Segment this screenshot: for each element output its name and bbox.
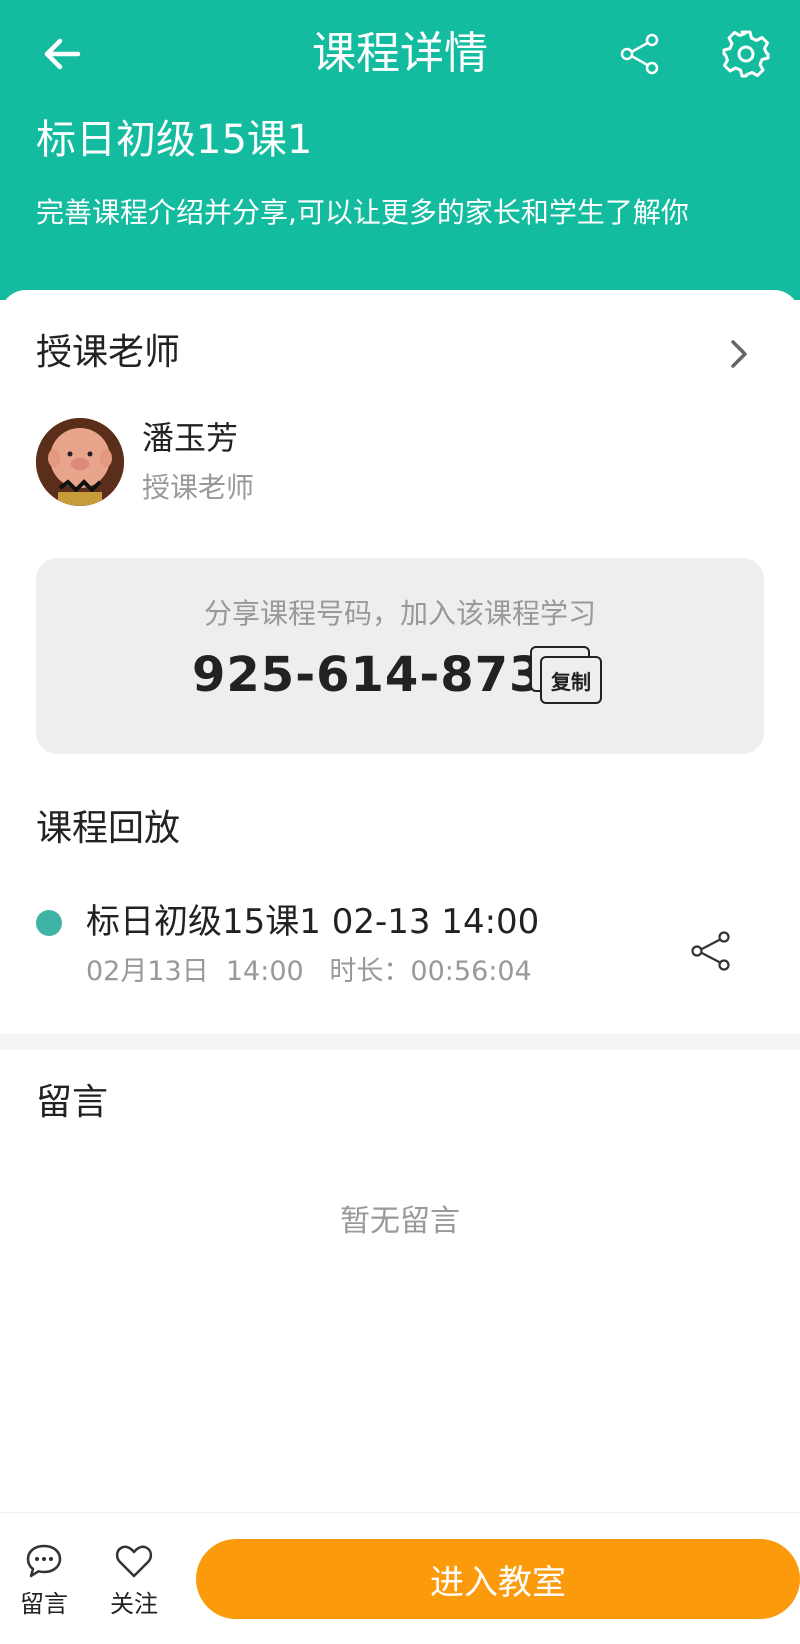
share-icon xyxy=(691,931,730,971)
avatar[interactable] xyxy=(36,418,124,506)
chat-bubble-icon xyxy=(26,1544,62,1578)
replay-title: 标日初级15课1 02-13 14:00 xyxy=(86,902,540,942)
enter-classroom-button[interactable]: 进入教室 xyxy=(196,1539,800,1619)
comment-tab-label: 留言 xyxy=(20,1590,68,1618)
heart-icon xyxy=(115,1545,153,1578)
course-name: 标日初级15课1 xyxy=(36,117,313,163)
share-button[interactable] xyxy=(612,26,668,82)
course-code-number: 925-614-873 xyxy=(192,647,544,703)
follow-tab-label: 关注 xyxy=(110,1590,158,1618)
settings-button[interactable] xyxy=(716,24,776,84)
course-code-panel: 分享课程号码，加入该课程学习 925-614-873 复制 xyxy=(36,558,764,754)
teacher-name: 潘玉芳 xyxy=(142,419,239,457)
replay-list-item[interactable]: 标日初级15课1 02-13 14:00 02月13日 14:00 时长：00:… xyxy=(0,890,800,1020)
copy-button[interactable]: 复制 xyxy=(530,646,602,704)
course-detail-card: 授课老师 潘玉芳 授课老师 分享课程号码，加入该课程学习 925-614-873… xyxy=(0,290,800,1644)
comments-section-title: 留言 xyxy=(36,1082,109,1123)
copy-label: 复制 xyxy=(540,656,602,704)
top-app-bar: 课程详情 xyxy=(0,0,800,108)
teacher-role: 授课老师 xyxy=(142,471,255,504)
page-title: 课程详情 xyxy=(312,28,488,79)
replay-share-button[interactable] xyxy=(688,928,734,974)
section-divider xyxy=(0,1034,800,1050)
status-dot xyxy=(36,910,62,936)
follow-tab-button[interactable]: 关注 xyxy=(94,1541,174,1621)
empty-comments-text: 暂无留言 xyxy=(340,1204,460,1239)
cartoon-avatar-icon xyxy=(36,418,124,506)
teacher-more-button[interactable] xyxy=(724,334,754,374)
comment-tab-button[interactable]: 留言 xyxy=(4,1541,84,1621)
teacher-section-title: 授课老师 xyxy=(36,332,181,373)
replay-meta: 02月13日 14:00 时长：00:56:04 xyxy=(86,956,532,987)
bottom-action-bar: 留言 关注 进入教室 xyxy=(0,1512,800,1644)
course-code-hint: 分享课程号码，加入该课程学习 xyxy=(203,597,596,630)
replay-section-title: 课程回放 xyxy=(36,808,181,849)
gear-icon xyxy=(722,30,770,78)
course-intro[interactable]: 完善课程介绍并分享,可以让更多的家长和学生了解你 xyxy=(36,192,689,234)
chevron-right-icon xyxy=(731,340,747,368)
share-icon xyxy=(620,33,659,75)
